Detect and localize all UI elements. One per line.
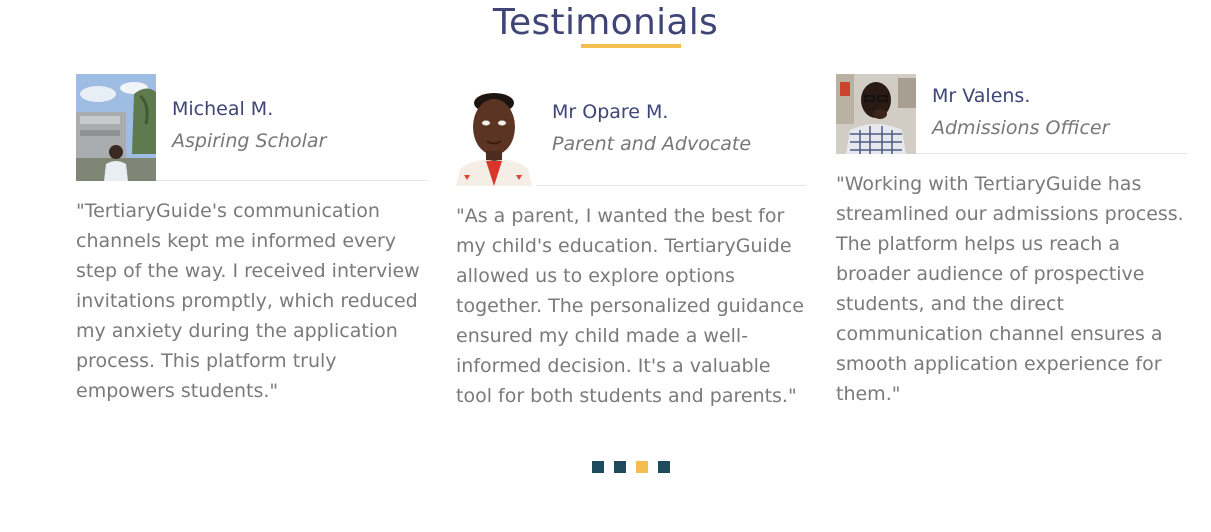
avatar-photo-opare bbox=[456, 89, 536, 186]
section-title: Testimonials bbox=[492, 2, 719, 43]
carousel-dot-1[interactable] bbox=[592, 461, 604, 473]
testimonial-role: Admissions Officer bbox=[932, 117, 1110, 139]
testimonials-section: Testimonials Micheal M. Aspiring Scholar… bbox=[0, 0, 1211, 532]
testimonial-role: Aspiring Scholar bbox=[172, 130, 327, 152]
carousel-dot-2[interactable] bbox=[614, 461, 626, 473]
testimonial-identity: Mr Opare M. Parent and Advocate bbox=[552, 99, 751, 157]
testimonial-header: Mr Opare M. Parent and Advocate bbox=[456, 89, 807, 186]
testimonial-header: Micheal M. Aspiring Scholar bbox=[76, 74, 427, 181]
testimonial-card: Mr Opare M. Parent and Advocate "As a pa… bbox=[456, 89, 807, 407]
testimonial-quote: "Working with TertiaryGuide has streamli… bbox=[836, 173, 1184, 405]
carousel-pagination bbox=[592, 461, 670, 473]
testimonial-card: Mr Valens. Admissions Officer "Working w… bbox=[836, 74, 1187, 405]
divider bbox=[536, 185, 806, 186]
avatar-photo-micheal bbox=[76, 74, 156, 181]
title-underline bbox=[581, 44, 681, 48]
testimonial-name: Mr Opare M. bbox=[552, 101, 669, 123]
avatar bbox=[456, 89, 536, 186]
testimonial-name: Micheal M. bbox=[172, 98, 274, 120]
avatar bbox=[76, 74, 156, 181]
testimonial-card: Micheal M. Aspiring Scholar "TertiaryGui… bbox=[76, 74, 427, 402]
avatar bbox=[836, 74, 916, 154]
testimonial-quote: "TertiaryGuide's communication channels … bbox=[76, 200, 420, 402]
avatar-photo-valens bbox=[836, 74, 916, 154]
divider bbox=[156, 180, 427, 181]
testimonial-header: Mr Valens. Admissions Officer bbox=[836, 74, 1187, 154]
testimonial-identity: Micheal M. Aspiring Scholar bbox=[172, 96, 326, 154]
carousel-dot-4[interactable] bbox=[658, 461, 670, 473]
testimonial-quote: "As a parent, I wanted the best for my c… bbox=[456, 205, 804, 407]
testimonial-name: Mr Valens. bbox=[932, 85, 1031, 107]
testimonial-role: Parent and Advocate bbox=[552, 133, 752, 155]
divider bbox=[916, 153, 1187, 154]
testimonial-identity: Mr Valens. Admissions Officer bbox=[932, 83, 1109, 141]
carousel-dot-3-active[interactable] bbox=[636, 461, 648, 473]
